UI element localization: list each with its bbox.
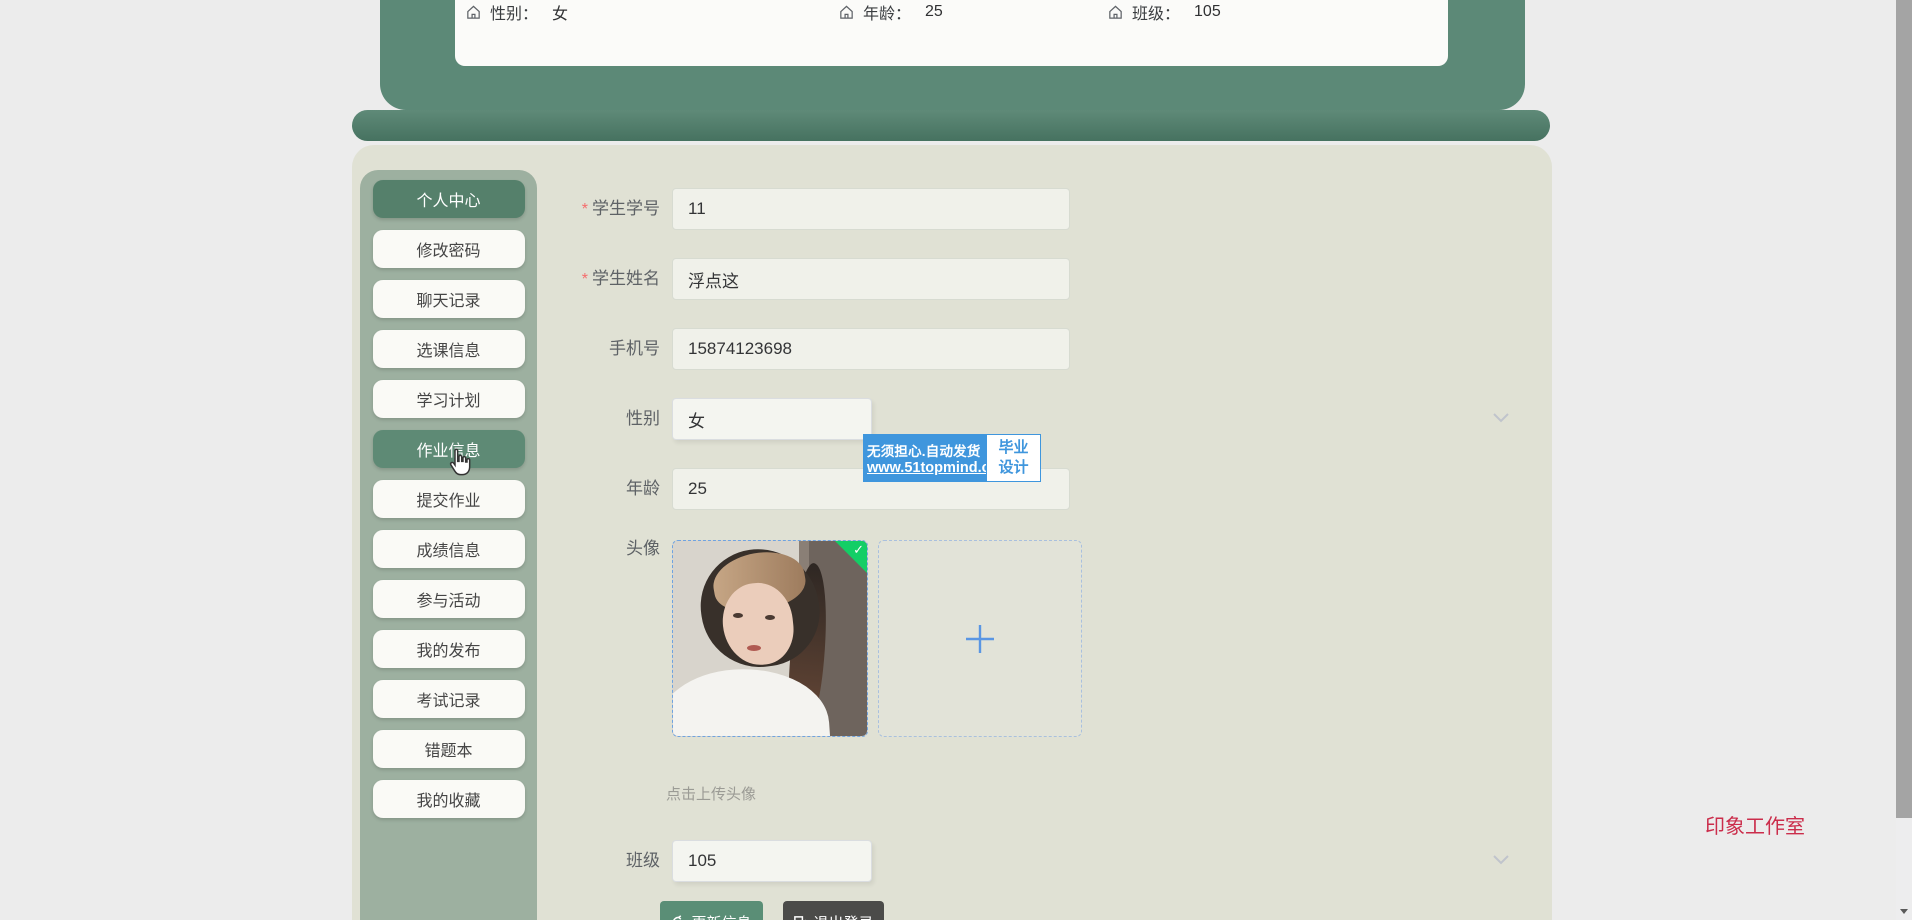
sidebar-item-homework-info[interactable]: 作业信息 [373,430,525,468]
logout-icon [793,915,808,920]
required-asterisk: * [582,201,588,218]
summary-age-label: 年龄： [863,0,911,24]
avatar-uploaded-photo[interactable]: ✓ [672,540,868,737]
field-row-gender: 性别 女 [512,398,872,440]
field-row-avatar: 头像 [512,528,660,570]
class-label: 班级 [512,840,660,882]
plus-icon [960,619,1000,659]
watermark-ad: 无须担心.自动发货 www.51topmind.com 毕业设计 [863,434,1041,482]
sidebar-item-change-password[interactable]: 修改密码 [373,230,525,268]
watermark-url: www.51topmind.com [867,460,982,476]
student-name-input[interactable]: 浮点这 [672,258,1070,300]
sidebar-item-my-favorites[interactable]: 我的收藏 [373,780,525,818]
summary-class: 班级： 105 [1107,0,1221,24]
house-icon [1107,4,1124,21]
studio-label: 印象工作室 [1705,810,1805,839]
scrollbar-thumb[interactable] [1896,0,1912,818]
profile-summary-row: 性别： 女 年龄： 25 班级： 105 [455,0,1448,20]
watermark-badge: 毕业设计 [986,434,1041,482]
refresh-icon [671,915,686,920]
age-label: 年龄 [512,468,660,510]
update-info-button[interactable]: 更新信息 [660,901,763,920]
sidebar-item-my-posts[interactable]: 我的发布 [373,630,525,668]
watermark-text-block: 无须担心.自动发货 www.51topmind.com [863,434,986,482]
summary-class-value: 105 [1194,3,1221,21]
sidebar: 个人中心 修改密码 聊天记录 选课信息 学习计划 作业信息 提交作业 成绩信息 … [360,170,537,920]
gender-label: 性别 [512,398,660,440]
avatar-label: 头像 [512,528,660,570]
house-icon [838,4,855,21]
class-select[interactable]: 105 [672,840,872,882]
sidebar-item-submit-homework[interactable]: 提交作业 [373,480,525,518]
header-base-bar [352,110,1550,141]
check-icon: ✓ [853,542,864,558]
sidebar-item-exam-records[interactable]: 考试记录 [373,680,525,718]
student-id-input[interactable]: 11 [672,188,1070,230]
phone-label: 手机号 [512,328,660,370]
student-name-label: *学生姓名 [512,258,660,301]
house-icon [465,4,482,21]
gender-select[interactable]: 女 [672,398,872,440]
summary-gender-value: 女 [552,0,568,24]
phone-input[interactable]: 15874123698 [672,328,1070,370]
summary-gender-label: 性别： [490,0,538,24]
sidebar-item-course-selection[interactable]: 选课信息 [373,330,525,368]
scrollbar-down-button[interactable] [1896,902,1912,920]
summary-gender: 性别： 女 [465,0,568,24]
avatar-upload-slot[interactable] [878,540,1082,737]
sidebar-item-chat-records[interactable]: 聊天记录 [373,280,525,318]
profile-summary-card: 性别： 女 年龄： 25 班级： 105 [455,0,1448,66]
watermark-line1: 无须担心.自动发货 [867,440,982,460]
sidebar-item-personal-center[interactable]: 个人中心 [373,180,525,218]
upload-hint-text: 点击上传头像 [666,783,756,804]
arrow-down-icon [1900,909,1908,914]
student-id-label: *学生学号 [512,188,660,231]
required-asterisk: * [582,271,588,288]
sidebar-item-study-plan[interactable]: 学习计划 [373,380,525,418]
field-row-student-id: *学生学号 11 [512,188,1070,231]
sidebar-item-wrong-questions[interactable]: 错题本 [373,730,525,768]
chevron-down-icon[interactable] [1492,854,1510,866]
chevron-down-icon[interactable] [1492,412,1510,424]
student-profile-page: 性别： 女 年龄： 25 班级： 105 个人中心 修改密码 聊天记录 选课信息… [0,0,1912,920]
summary-age-value: 25 [925,3,943,21]
field-row-phone: 手机号 15874123698 [512,328,1070,370]
logout-button[interactable]: 退出登录 [783,901,884,920]
field-row-class: 班级 105 [512,840,872,882]
sidebar-item-grades-info[interactable]: 成绩信息 [373,530,525,568]
summary-class-label: 班级： [1132,0,1180,24]
summary-age: 年龄： 25 [838,0,943,24]
sidebar-item-activities[interactable]: 参与活动 [373,580,525,618]
field-row-student-name: *学生姓名 浮点这 [512,258,1070,301]
